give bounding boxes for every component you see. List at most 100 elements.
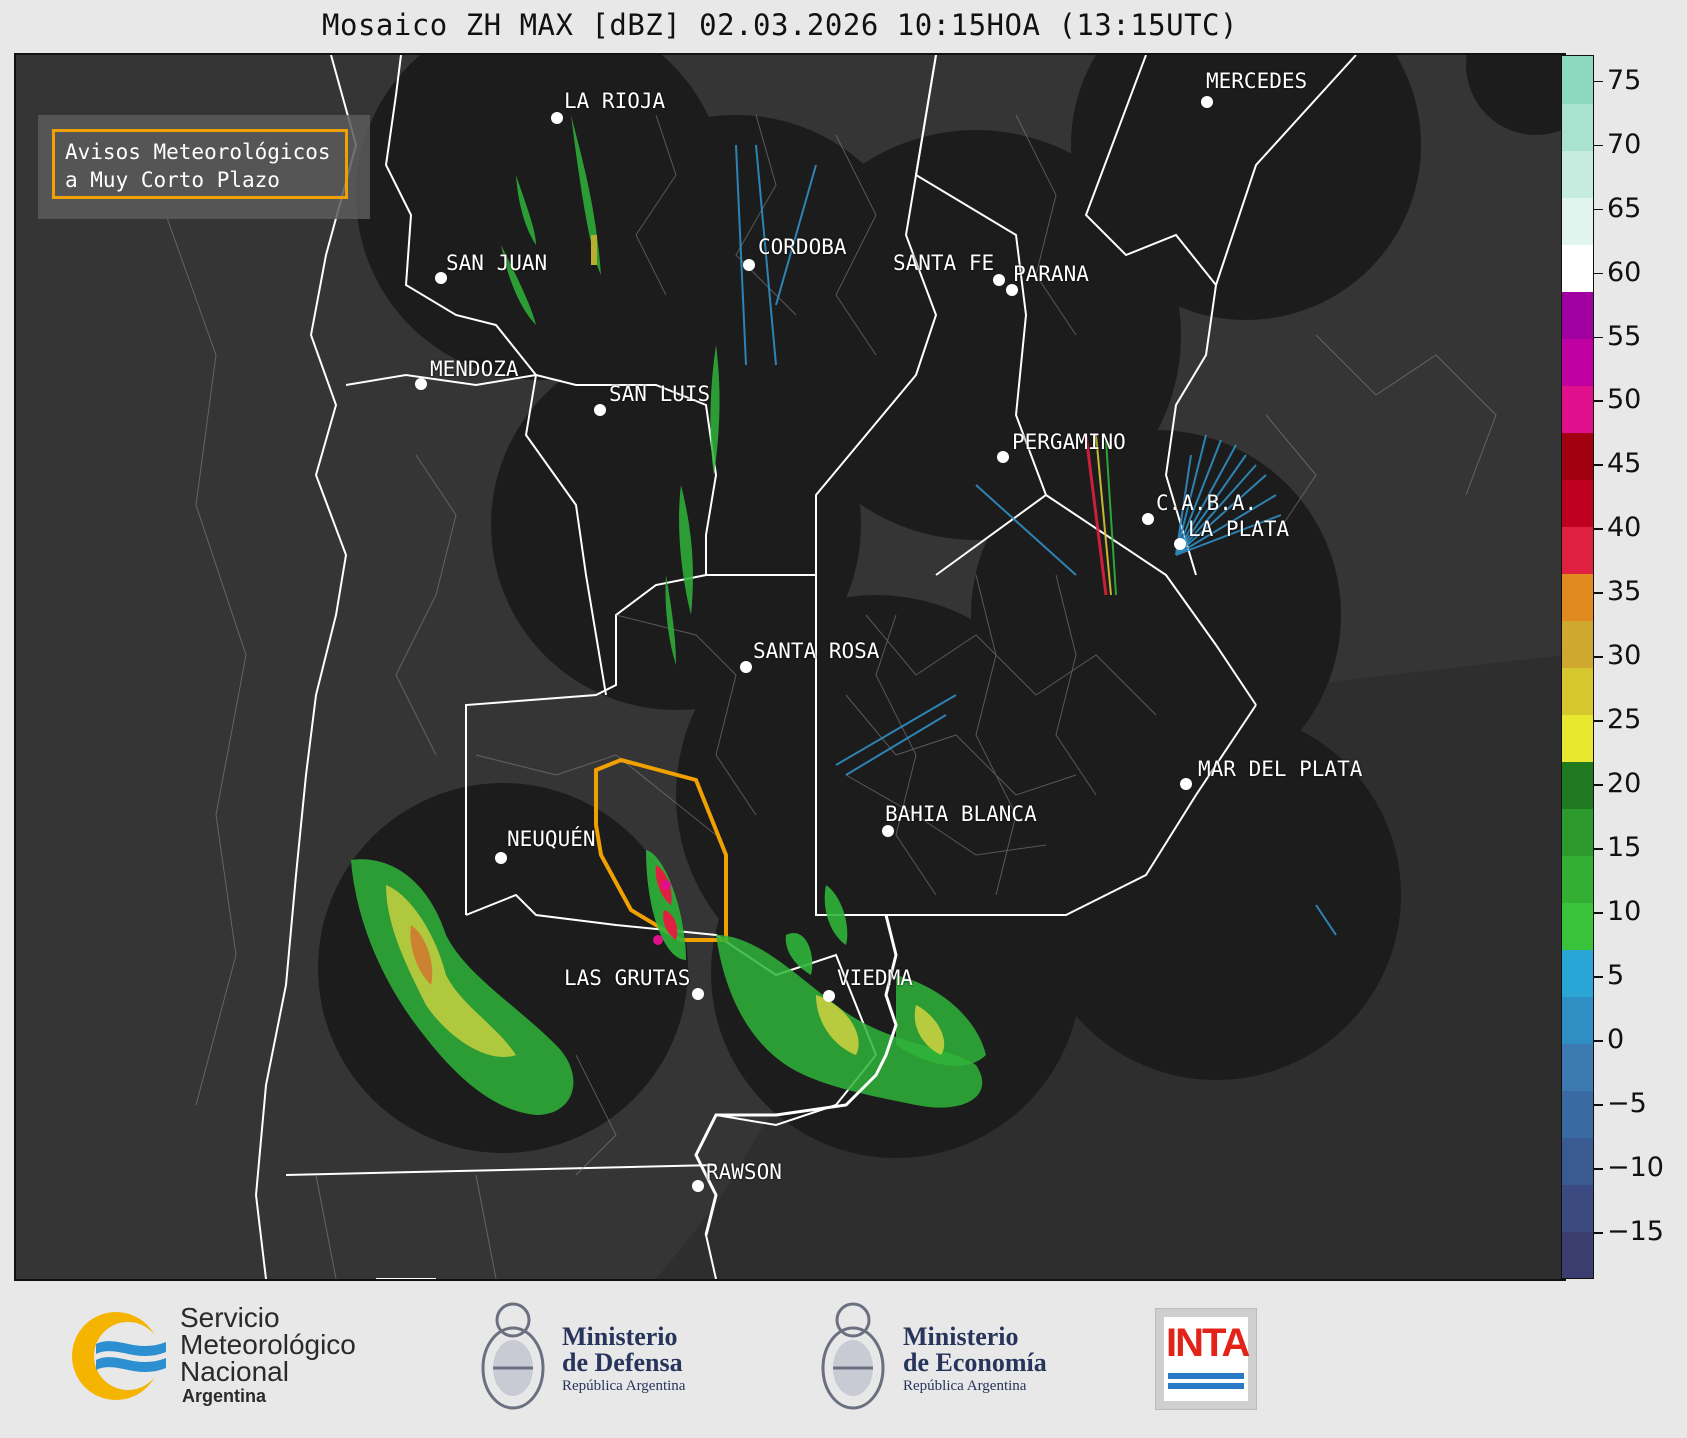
- smn-emblem-icon: [72, 1312, 166, 1400]
- city-label-caba: C.A.B.A.: [1156, 491, 1258, 515]
- city-label-parana: PARANA: [1013, 262, 1089, 286]
- colorbar-segment: [1562, 150, 1593, 198]
- map-title: Mosaico ZH MAX [dBZ] 02.03.2026 10:15HOA…: [322, 8, 1238, 42]
- colorbar-tick: [1593, 784, 1603, 786]
- city-dot: [692, 1180, 704, 1192]
- colorbar-tick: [1593, 656, 1603, 658]
- colorbar-tick-label: 75: [1607, 64, 1642, 96]
- footer-logos: Servicio Meteorológico Nacional Argentin…: [0, 1280, 1687, 1438]
- notice-line-1: Avisos Meteorológicos: [65, 140, 331, 164]
- city-dot: [740, 661, 752, 673]
- colorbar-tick: [1593, 912, 1603, 914]
- colorbar-tick: [1593, 720, 1603, 722]
- defensa-line-3: República Argentina: [562, 1378, 686, 1394]
- colorbar-segment: [1562, 761, 1593, 809]
- colorbar-segment: [1562, 667, 1593, 715]
- smn-logo: [66, 1306, 176, 1406]
- colorbar-tick: [1593, 592, 1603, 594]
- city-label-santa-fe: SANTA FE: [893, 251, 995, 275]
- inta-logo: INTA: [1155, 1308, 1257, 1410]
- colorbar-tick-label: 35: [1607, 576, 1642, 608]
- city-dot: [594, 404, 606, 416]
- inta-logo-text: INTA: [1166, 1321, 1250, 1365]
- colorbar-tick: [1593, 208, 1603, 211]
- colorbar-tick-label: 55: [1607, 320, 1642, 352]
- colorbar-tick: [1593, 400, 1603, 402]
- colorbar-segment: [1562, 902, 1593, 950]
- colorbar-segment: [1562, 197, 1593, 245]
- radar-map[interactable]: Avisos Meteorológicos a Muy Corto Plazo …: [14, 53, 1566, 1281]
- short-term-warnings-box: Avisos Meteorológicos a Muy Corto Plazo: [38, 115, 370, 219]
- city-dot: [1180, 778, 1192, 790]
- city-label-neuquen: NEUQUÉN: [507, 827, 596, 851]
- colorbar-segment: [1562, 1090, 1593, 1138]
- economia-line-2: de Economía: [903, 1348, 1047, 1377]
- colorbar-tick-label: 65: [1607, 192, 1642, 224]
- colorbar-segment: [1562, 385, 1593, 433]
- city-label-pergamino: PERGAMINO: [1012, 430, 1126, 454]
- colorbar-segment: [1562, 996, 1593, 1044]
- city-dot: [1142, 513, 1154, 525]
- colorbar-tick: [1593, 1104, 1603, 1106]
- colorbar-tick-label: −10: [1607, 1152, 1664, 1184]
- colorbar-segment: [1562, 620, 1593, 668]
- smn-line-3: Nacional: [180, 1356, 289, 1387]
- colorbar-tick: [1593, 272, 1603, 275]
- defensa-line-2: de Defensa: [562, 1348, 683, 1377]
- colorbar-segment: [1562, 244, 1593, 292]
- colorbar-tick: [1593, 528, 1603, 530]
- colorbar-tick: [1593, 80, 1603, 83]
- colorbar-tick-label: 45: [1607, 448, 1642, 480]
- colorbar-tick: [1593, 144, 1603, 147]
- city-label-mercedes: MERCEDES: [1206, 69, 1308, 93]
- colorbar-tick-label: 15: [1607, 832, 1642, 864]
- reflectivity-colorbar: [1561, 55, 1594, 1279]
- city-dot: [415, 378, 427, 390]
- colorbar-tick: [1593, 848, 1603, 850]
- colorbar-tick-label: 10: [1607, 896, 1642, 928]
- city-label-rawson: RAWSON: [706, 1160, 782, 1184]
- city-dot: [551, 112, 563, 124]
- city-dot: [1201, 96, 1213, 108]
- city-label-san-juan: SAN JUAN: [446, 251, 548, 275]
- city-label-viedma: VIEDMA: [837, 966, 913, 990]
- colorbar-segment: [1562, 526, 1593, 574]
- colorbar-segment: [1562, 1043, 1593, 1091]
- colorbar-segment: [1562, 855, 1593, 903]
- city-label-santa-rosa: SANTA ROSA: [753, 639, 880, 663]
- colorbar-tick-label: −15: [1607, 1216, 1664, 1248]
- colorbar-tick-label: 5: [1607, 960, 1625, 992]
- colorbar-segment: [1562, 56, 1593, 104]
- economia-line-3: República Argentina: [903, 1378, 1027, 1394]
- city-dot: [882, 825, 894, 837]
- colorbar-tick-label: 60: [1607, 256, 1642, 288]
- coat-of-arms-icon: [818, 1298, 888, 1416]
- city-label-san-luis: SAN LUIS: [609, 382, 711, 406]
- short-term-warnings-frame: Avisos Meteorológicos a Muy Corto Plazo: [52, 129, 348, 199]
- colorbar-tick-label: 25: [1607, 704, 1642, 736]
- city-dot: [495, 852, 507, 864]
- colorbar-tick-label: 30: [1607, 640, 1642, 672]
- smn-line-4: Argentina: [182, 1386, 267, 1406]
- city-dot: [997, 451, 1009, 463]
- colorbar-tick-label: 20: [1607, 768, 1642, 800]
- colorbar-segment: [1562, 714, 1593, 762]
- colorbar-tick: [1593, 976, 1603, 978]
- colorbar-segment: [1562, 573, 1593, 621]
- city-label-cordoba: CORDOBA: [758, 235, 847, 259]
- city-dot: [823, 990, 835, 1002]
- city-label-la-plata: LA PLATA: [1188, 517, 1290, 541]
- colorbar-segment: [1562, 338, 1593, 386]
- coat-of-arms-icon: [478, 1298, 548, 1416]
- city-label-mar-del-plata: MAR DEL PLATA: [1198, 757, 1363, 781]
- city-label-las-grutas: LAS GRUTAS: [564, 966, 691, 990]
- city-label-bahia-blanca: BAHIA BLANCA: [885, 802, 1037, 826]
- colorbar-tick: [1593, 1232, 1603, 1234]
- city-dot: [993, 274, 1005, 286]
- colorbar-segment: [1562, 1137, 1593, 1185]
- colorbar-tick-label: 70: [1607, 128, 1642, 160]
- colorbar-tick: [1593, 1040, 1603, 1042]
- colorbar-segment: [1562, 432, 1593, 480]
- notice-line-2: a Muy Corto Plazo: [65, 168, 280, 192]
- city-label-mendoza: MENDOZA: [430, 357, 519, 381]
